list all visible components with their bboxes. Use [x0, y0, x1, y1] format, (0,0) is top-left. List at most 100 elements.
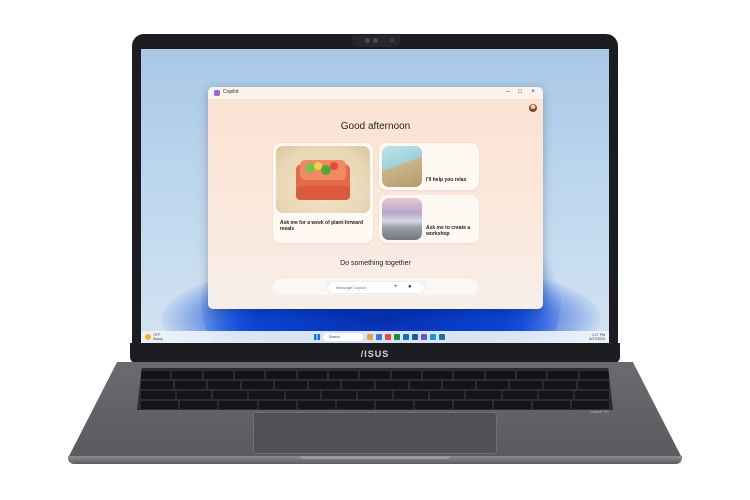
- keyboard-key: [538, 391, 573, 399]
- key-row: [141, 391, 610, 399]
- keyboard-key: [321, 391, 356, 399]
- keyboard-key: [443, 381, 475, 389]
- start-windows-icon[interactable]: [314, 334, 320, 340]
- keyboard-key: [579, 371, 609, 379]
- keyboard-key: [548, 371, 578, 379]
- keyboard-key: [141, 371, 171, 379]
- suggestion-card-text: Ask me for a week of plant-forward meals: [280, 220, 364, 232]
- touchpad[interactable]: [253, 412, 497, 454]
- weather-sun-icon[interactable]: [145, 334, 151, 340]
- weather-desc: Sunny: [153, 337, 163, 341]
- taskbar-app-icon[interactable]: [394, 334, 400, 340]
- system-tray-clock[interactable]: 1:17 PM 6/27/2024: [589, 333, 605, 341]
- message-composer[interactable]: + ●: [328, 282, 424, 293]
- keyboard-key: [376, 381, 408, 389]
- taskbar: 70°F Sunny Search 1:17 PM 6/27/2024: [141, 331, 609, 343]
- keyboard-key: [502, 391, 537, 399]
- keyboard-key: [409, 381, 442, 389]
- opening-notch: [300, 456, 450, 459]
- taskbar-app-icon[interactable]: [412, 334, 418, 340]
- keyboard-key: [476, 381, 509, 389]
- greeting-heading: Good afternoon: [340, 121, 411, 132]
- laptop-screen: Copilot – □ × Good afternoon Ask me for …: [141, 49, 609, 343]
- keyboard-key: [177, 391, 212, 399]
- taskbar-app-icon[interactable]: [403, 334, 409, 340]
- keyboard-key: [174, 381, 207, 389]
- window-title: Copilot: [223, 89, 239, 95]
- keyboard-key: [485, 371, 515, 379]
- add-attachment-icon[interactable]: +: [394, 282, 398, 293]
- keyboard-key: [422, 371, 453, 379]
- keyboard-key: [219, 401, 257, 409]
- keyboard-key: [297, 371, 327, 379]
- keyboard-key: [532, 401, 570, 409]
- keyboard-key: [493, 401, 531, 409]
- message-input[interactable]: [336, 282, 386, 293]
- taskbar-app-icon[interactable]: [439, 334, 445, 340]
- keyboard-key: [357, 391, 393, 399]
- keyboard-key: [376, 401, 414, 409]
- keyboard-key: [466, 391, 501, 399]
- suggestion-card-text: Ask me to create a workshop: [426, 225, 471, 237]
- keyboard-key: [180, 401, 218, 409]
- user-avatar-icon[interactable]: [529, 104, 537, 112]
- taskbar-app-icon[interactable]: [367, 334, 373, 340]
- keyboard-key: [213, 391, 248, 399]
- landscape-icon: [382, 146, 422, 187]
- close-button[interactable]: ×: [528, 88, 538, 97]
- rainbow-landscape-icon: [382, 198, 422, 240]
- suggestion-card-relax[interactable]: I'll help you relax: [379, 143, 479, 190]
- keyboard-key: [141, 381, 173, 389]
- keyboard-key: [249, 391, 284, 399]
- keyboard-key: [328, 371, 359, 379]
- suggestion-card-workshop[interactable]: Ask me to create a workshop: [379, 195, 479, 243]
- maximize-button[interactable]: □: [515, 88, 525, 97]
- suggestion-card-meals[interactable]: Ask me for a week of plant-forward meals: [273, 143, 373, 243]
- webcam-housing: [352, 35, 400, 47]
- key-row: [141, 381, 610, 389]
- weather-widget[interactable]: 70°F Sunny: [153, 333, 163, 341]
- keyboard-key: [430, 391, 465, 399]
- taskbar-app-icon[interactable]: [376, 334, 382, 340]
- key-row: [141, 371, 609, 379]
- webcam-sensor-icon: [373, 38, 378, 43]
- keyboard-key: [454, 371, 484, 379]
- keyboard-key: [275, 381, 307, 389]
- taskbar-app-icon[interactable]: [421, 334, 427, 340]
- keyboard-key: [336, 401, 375, 409]
- keyboard-key: [516, 371, 547, 379]
- key-row: [141, 401, 610, 409]
- keyboard-key: [454, 401, 492, 409]
- keyboard-key: [510, 381, 542, 389]
- microphone-icon[interactable]: ●: [408, 282, 412, 293]
- suggestion-card-text: I'll help you relax: [426, 177, 467, 183]
- keyboard-key: [415, 401, 453, 409]
- window-titlebar[interactable]: Copilot – □ ×: [208, 87, 543, 99]
- keyboard-key: [234, 371, 265, 379]
- taskbar-app-icon[interactable]: [430, 334, 436, 340]
- keyboard-key: [308, 381, 341, 389]
- together-heading: Do something together: [340, 260, 411, 267]
- keyboard-key: [266, 371, 296, 379]
- keyboard-key: [391, 371, 421, 379]
- clock-date: 6/27/2024: [589, 337, 605, 341]
- keyboard-key: [203, 371, 233, 379]
- keyboard-key: [297, 401, 335, 409]
- keyboard-key: [571, 401, 610, 409]
- keyboard-key: [208, 381, 240, 389]
- food-container-icon: [276, 146, 370, 213]
- keyboard-key: [574, 391, 610, 399]
- keyboard-key: [141, 401, 179, 409]
- copilot-window: Copilot – □ × Good afternoon Ask me for …: [208, 87, 543, 309]
- keyboard-key: [285, 391, 320, 399]
- brand-logo: /ISUS: [360, 349, 390, 359]
- copilot-pc-badge: Copilot+ PC: [590, 410, 609, 414]
- keyboard-key: [241, 381, 274, 389]
- taskbar-search[interactable]: Search: [323, 333, 363, 341]
- keyboard-key: [172, 371, 202, 379]
- taskbar-app-icon[interactable]: [385, 334, 391, 340]
- keyboard: [137, 368, 613, 410]
- copilot-logo-icon: [214, 90, 220, 96]
- minimize-button[interactable]: –: [503, 88, 513, 97]
- keyboard-key: [342, 381, 375, 389]
